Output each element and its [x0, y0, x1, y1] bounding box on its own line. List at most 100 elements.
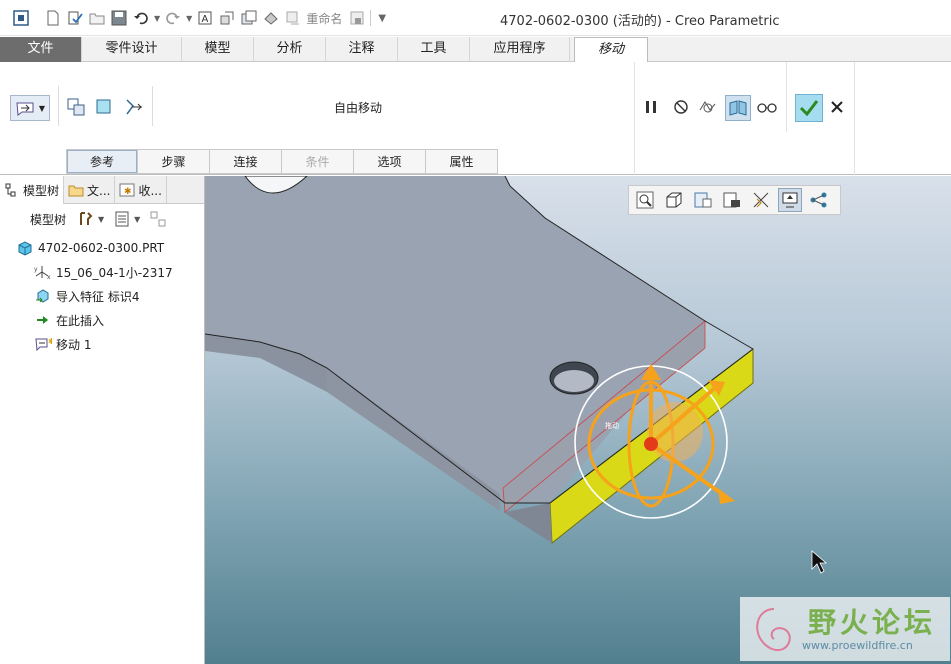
confirm-icon[interactable]	[795, 94, 823, 122]
copy-icon[interactable]	[218, 9, 236, 27]
window-title: 4702-0602-0300 (活动的) - Creo Parametric	[500, 14, 780, 29]
display-style-icon[interactable]	[720, 188, 744, 212]
spin-center-icon[interactable]	[778, 188, 802, 212]
verify-icon[interactable]	[725, 95, 751, 121]
glasses-icon[interactable]	[756, 96, 778, 118]
watermark-url: www.proewildfire.cn	[802, 639, 913, 652]
mouse-cursor	[811, 550, 828, 574]
named-view-icon[interactable]	[691, 188, 715, 212]
model-tree-label: 模型树	[30, 212, 67, 227]
tree-item-label: 导入特征 标识4	[56, 289, 140, 304]
erase-icon[interactable]	[348, 9, 366, 27]
cancel-icon[interactable]	[826, 96, 848, 118]
move-type-dropdown[interactable]: ▼	[10, 95, 50, 121]
title-bar: ▼ ▼ A 重命名 ▼ 4702-0602-0300 (活动的) - Creo …	[0, 0, 951, 36]
svg-text:✱: ✱	[48, 337, 52, 346]
regenerate-icon[interactable]	[262, 9, 280, 27]
tab-move[interactable]: 移动	[574, 37, 648, 63]
no-icon[interactable]	[670, 96, 692, 118]
undo-icon[interactable]	[132, 9, 150, 27]
navigator-tabs: 模型树 文... ✱ 收...	[0, 176, 204, 204]
app-icon[interactable]	[12, 9, 30, 27]
graphics-window[interactable]: 拖动 野火论坛 www.proewildfire.cn	[205, 176, 951, 664]
move-feature-icon: ✱	[34, 335, 52, 353]
tab-analysis[interactable]: 分析	[254, 37, 326, 62]
tab-applications[interactable]: 应用程序	[470, 37, 570, 62]
pause-icon[interactable]	[640, 96, 662, 118]
customize-icon[interactable]: ▼	[378, 13, 386, 24]
save-icon[interactable]	[110, 9, 128, 27]
subtab-steps[interactable]: 步骤	[138, 149, 210, 174]
tree-item-label: 在此插入	[56, 313, 105, 328]
tree-item-import-feature[interactable]: 导入特征 标识4	[0, 284, 204, 308]
quick-access-toolbar: ▼ ▼ A 重命名 ▼	[12, 7, 390, 29]
open-icon[interactable]	[88, 9, 106, 27]
text-icon[interactable]: A	[196, 9, 214, 27]
model-tree-icon	[4, 182, 20, 198]
tab-tools[interactable]: 工具	[398, 37, 470, 62]
tree-item-csys[interactable]: yx 15_06_04-1小-2317	[0, 260, 204, 284]
tab-favorites[interactable]: ✱ 收...	[115, 176, 167, 204]
window-icon[interactable]	[240, 9, 258, 27]
dragger-label: 拖动	[605, 421, 619, 430]
tree-item-part[interactable]: 4702-0602-0300.PRT	[0, 236, 204, 260]
preview-icon[interactable]	[697, 96, 719, 118]
chevron-down-icon[interactable]: ▼	[154, 14, 160, 23]
save-regenerate-icon[interactable]	[66, 9, 84, 27]
model-geometry: 拖动	[205, 176, 828, 574]
subtab-conditions[interactable]: 条件	[282, 149, 354, 174]
tab-part-design[interactable]: 零件设计	[82, 37, 182, 62]
tools-icon[interactable]	[76, 209, 96, 229]
subtab-references[interactable]: 参考	[66, 149, 138, 174]
show-icon[interactable]	[148, 209, 168, 229]
svg-text:✱: ✱	[124, 187, 132, 197]
chevron-down-icon[interactable]: ▼	[186, 14, 192, 23]
part-side-face	[503, 503, 552, 543]
subtab-connections[interactable]: 连接	[210, 149, 282, 174]
model-tree-toggle-icon[interactable]	[807, 188, 831, 212]
translate-icon[interactable]	[65, 96, 87, 118]
adjust-icon[interactable]	[122, 96, 144, 118]
tab-folder-label: 文...	[87, 183, 111, 198]
zoom-icon[interactable]	[633, 188, 657, 212]
view-toolbar	[628, 185, 841, 215]
tab-model-tree-label: 模型树	[23, 183, 60, 198]
datum-display-icon[interactable]	[749, 188, 773, 212]
forum-watermark: 野火论坛 www.proewildfire.cn	[740, 597, 950, 661]
rotate-icon[interactable]	[93, 96, 115, 118]
part-hole-inner	[554, 370, 594, 392]
dragger-arrow[interactable]	[718, 488, 735, 504]
subtab-options[interactable]: 选项	[354, 149, 426, 174]
dragger-center[interactable]	[644, 437, 658, 451]
tab-folder-browser[interactable]: 文...	[64, 176, 116, 204]
refit-icon[interactable]	[662, 188, 686, 212]
rename-label[interactable]: 重命名	[306, 10, 342, 27]
tree-item-move[interactable]: ✱ 移动 1	[0, 332, 204, 356]
new-icon[interactable]	[44, 9, 62, 27]
chevron-down-icon: ▼	[38, 103, 46, 113]
dragger-plane[interactable]	[647, 402, 703, 462]
tree-item-insert-here[interactable]: 在此插入	[0, 308, 204, 332]
tab-model-tree[interactable]: 模型树	[0, 176, 65, 204]
chevron-down-icon[interactable]: ▼	[98, 215, 104, 224]
ribbon-panel: ▼ 自由移动 参考 步骤 连接 条件 选项 属性	[0, 62, 951, 175]
move-type-label: 自由移动	[334, 101, 383, 115]
rename-icon[interactable]	[284, 9, 302, 27]
redo-icon[interactable]	[164, 9, 182, 27]
subtab-properties[interactable]: 属性	[426, 149, 498, 174]
tab-model[interactable]: 模型	[182, 37, 254, 62]
svg-text:x: x	[47, 274, 51, 280]
part-icon	[16, 239, 34, 257]
chevron-down-icon[interactable]: ▼	[134, 215, 140, 224]
navigator-panel: 模型树 文... ✱ 收... 模型树 ▼ ▼ 4702-0602-0300.P…	[0, 176, 205, 664]
tab-favorites-label: 收...	[138, 183, 162, 198]
svg-text:A: A	[202, 14, 209, 25]
import-feature-icon	[34, 287, 52, 305]
csys-icon: yx	[34, 263, 52, 281]
tab-file[interactable]: 文件	[0, 37, 82, 62]
model-tree-toolbar: 模型树 ▼ ▼	[0, 204, 204, 234]
forum-logo-icon	[756, 608, 791, 652]
tree-item-label: 移动 1	[56, 337, 92, 352]
tab-annotate[interactable]: 注释	[326, 37, 398, 62]
settings-list-icon[interactable]	[112, 209, 132, 229]
